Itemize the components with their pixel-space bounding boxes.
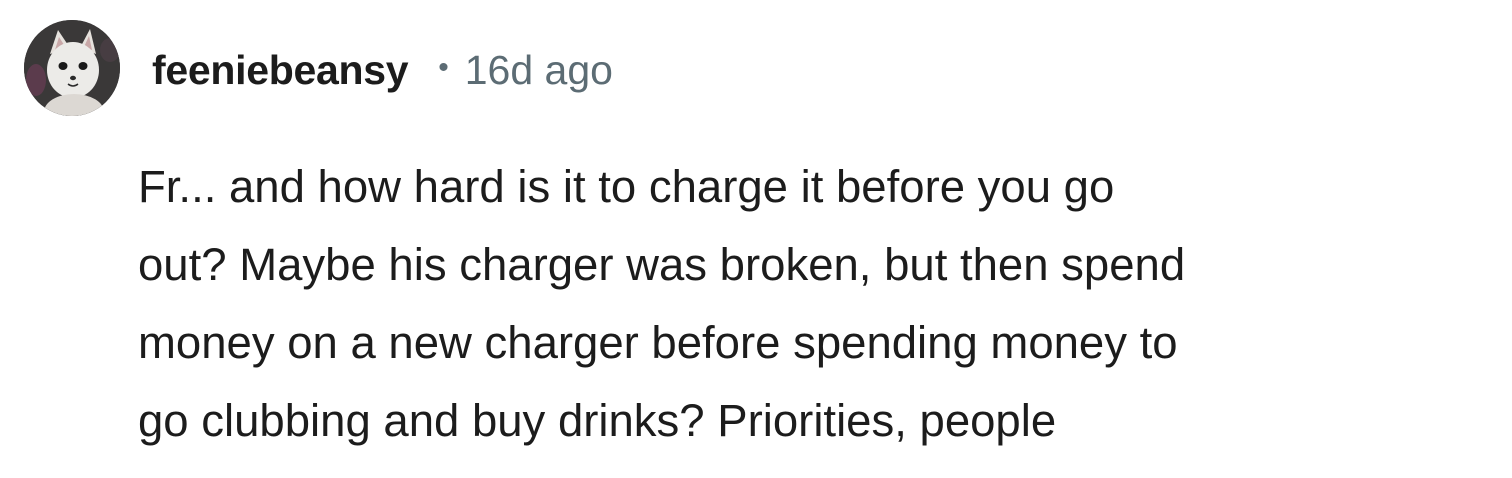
comment-line: Fr... and how hard is it to charge it be… bbox=[138, 161, 1115, 212]
comment-body: Fr... and how hard is it to charge it be… bbox=[138, 148, 1498, 460]
comment-line: money on a new charger before spending m… bbox=[138, 317, 1178, 368]
comment-header: feeniebeansy • 16d ago bbox=[152, 40, 613, 100]
comment-timestamp[interactable]: 16d ago bbox=[465, 47, 613, 94]
comment-line: go clubbing and buy drinks? Priorities, … bbox=[138, 395, 1057, 446]
comment: feeniebeansy • 16d ago Fr... and how har… bbox=[0, 0, 1512, 478]
comment-line: out? Maybe his charger was broken, but t… bbox=[138, 239, 1186, 290]
username-link[interactable]: feeniebeansy bbox=[152, 47, 409, 94]
white-cat-avatar-icon bbox=[24, 20, 120, 116]
user-avatar[interactable] bbox=[24, 20, 120, 116]
meta-separator: • bbox=[438, 51, 449, 84]
